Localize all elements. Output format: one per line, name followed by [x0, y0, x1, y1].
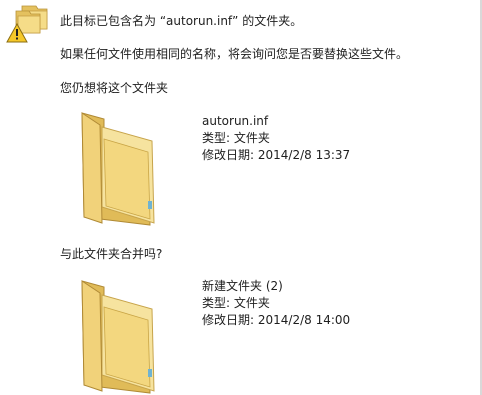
target-folder-modified: 修改日期: 2014/2/8 14:00 [202, 312, 350, 329]
keep-question: 您仍想将这个文件夹 [60, 81, 169, 95]
modified-value: 2014/2/8 14:00 [257, 313, 351, 327]
modified-label: 修改日期: [202, 313, 258, 327]
replace-folder-dialog: 此目标已包含名为 “autorun.inf” 的文件夹。 如果任何文件使用相同的… [0, 0, 482, 395]
source-folder-icon[interactable] [78, 109, 160, 227]
source-folder-name: autorun.inf [202, 114, 269, 128]
type-value: 文件夹 [233, 131, 270, 145]
type-label: 类型: [202, 296, 234, 310]
merge-question: 与此文件夹合并吗? [60, 247, 163, 261]
type-value: 文件夹 [233, 296, 270, 310]
modified-value: 2014/2/8 13:37 [257, 148, 351, 162]
folders-warning-icon [6, 5, 48, 43]
replace-description: 如果任何文件使用相同的名称，将会询问您是否要替换这些文件。 [60, 47, 409, 61]
target-folder-name: 新建文件夹 (2) [202, 279, 283, 293]
target-folder-icon[interactable] [78, 277, 160, 395]
source-folder-info: autorun.inf 类型: 文件夹 修改日期: 2014/2/8 13:37 [202, 113, 350, 164]
source-folder-type: 类型: 文件夹 [202, 130, 350, 147]
target-folder-info: 新建文件夹 (2) 类型: 文件夹 修改日期: 2014/2/8 14:00 [202, 278, 350, 329]
type-label: 类型: [202, 131, 234, 145]
conflict-message: 此目标已包含名为 “autorun.inf” 的文件夹。 [60, 14, 303, 28]
source-folder-modified: 修改日期: 2014/2/8 13:37 [202, 147, 350, 164]
target-folder-type: 类型: 文件夹 [202, 295, 350, 312]
modified-label: 修改日期: [202, 148, 258, 162]
